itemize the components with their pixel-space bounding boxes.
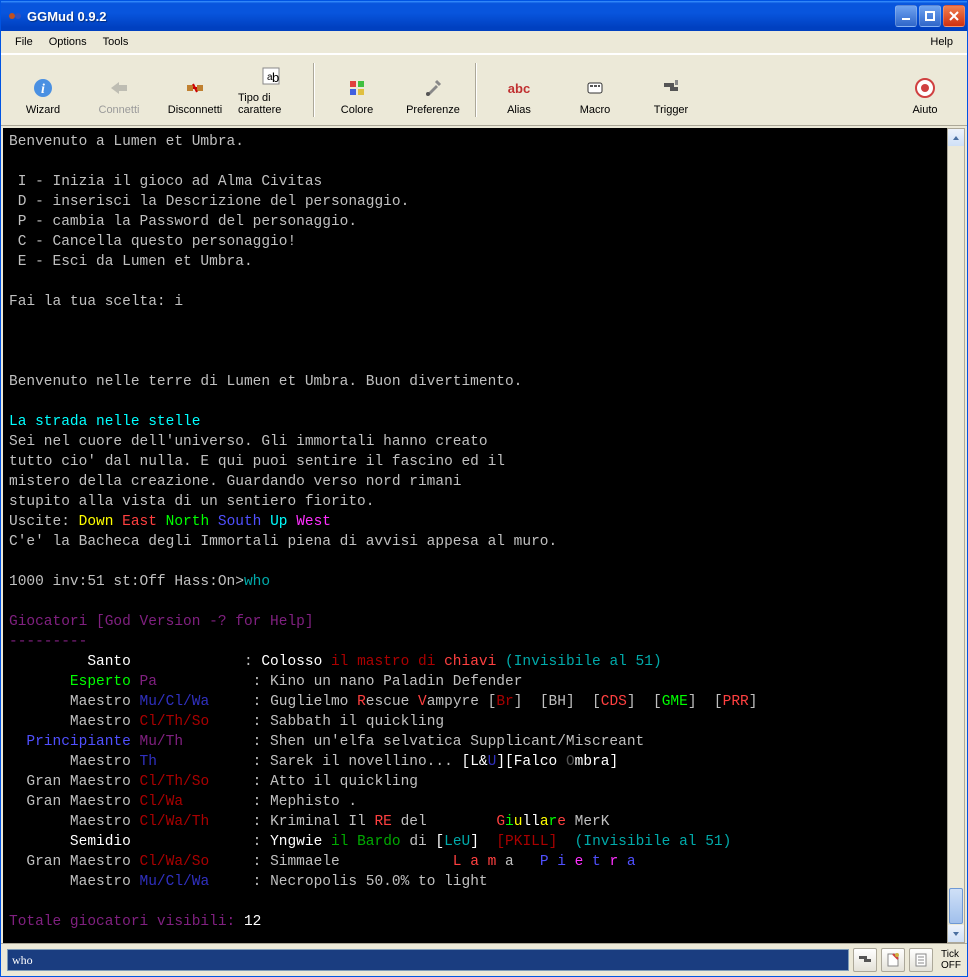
tick-indicator: Tick OFF: [937, 949, 961, 971]
minimize-button[interactable]: [895, 5, 917, 27]
toolbar-separator: [313, 63, 315, 117]
help-icon: [913, 76, 937, 100]
preferences-icon: [421, 76, 445, 100]
scroll-up-button[interactable]: [948, 129, 964, 146]
toolbar-connetti: Connetti: [83, 71, 155, 121]
review-shortcut-button[interactable]: [909, 948, 933, 972]
toolbar-colore[interactable]: Colore: [321, 71, 393, 121]
toolbar-macro[interactable]: Macro: [559, 71, 631, 121]
app-icon: [7, 8, 23, 24]
svg-text:i: i: [41, 82, 45, 97]
scrollbar[interactable]: [947, 128, 965, 943]
svg-text:b: b: [272, 70, 279, 85]
connect-icon: [107, 76, 131, 100]
info-icon: i: [31, 76, 55, 100]
menu-tools[interactable]: Tools: [95, 34, 137, 50]
toolbar: iWizard Connetti Disconnetti abTipo di c…: [1, 54, 967, 126]
menu-help[interactable]: Help: [922, 34, 961, 50]
menubar: File Options Tools Help: [1, 31, 967, 54]
toolbar-preferenze[interactable]: Preferenze: [397, 71, 469, 121]
disconnect-icon: [183, 76, 207, 100]
log-shortcut-button[interactable]: [881, 948, 905, 972]
toolbar-aiuto[interactable]: Aiuto: [889, 71, 961, 121]
macro-icon: [583, 76, 607, 100]
terminal-output: Benvenuto a Lumen et Umbra. I - Inizia i…: [3, 128, 947, 943]
trigger-icon: [659, 76, 683, 100]
toolbar-alias[interactable]: abcAlias: [483, 71, 555, 121]
color-icon: [345, 76, 369, 100]
toolbar-wizard[interactable]: iWizard: [7, 71, 79, 121]
toolbar-disconnetti[interactable]: Disconnetti: [159, 71, 231, 121]
maximize-button[interactable]: [919, 5, 941, 27]
toolbar-separator: [475, 63, 477, 117]
toolbar-font[interactable]: abTipo di carattere: [235, 59, 307, 121]
font-icon: ab: [259, 64, 283, 88]
alias-icon: abc: [507, 76, 531, 100]
menu-file[interactable]: File: [7, 34, 41, 50]
window-title: GGMud 0.9.2: [27, 9, 895, 24]
bottombar: Tick OFF: [1, 943, 967, 976]
command-input[interactable]: [7, 949, 849, 971]
trigger-shortcut-button[interactable]: [853, 948, 877, 972]
scroll-thumb[interactable]: [949, 888, 963, 924]
close-button[interactable]: [943, 5, 965, 27]
toolbar-trigger[interactable]: Trigger: [635, 71, 707, 121]
menu-options[interactable]: Options: [41, 34, 95, 50]
scroll-down-button[interactable]: [948, 925, 964, 942]
titlebar: GGMud 0.9.2: [1, 1, 967, 31]
